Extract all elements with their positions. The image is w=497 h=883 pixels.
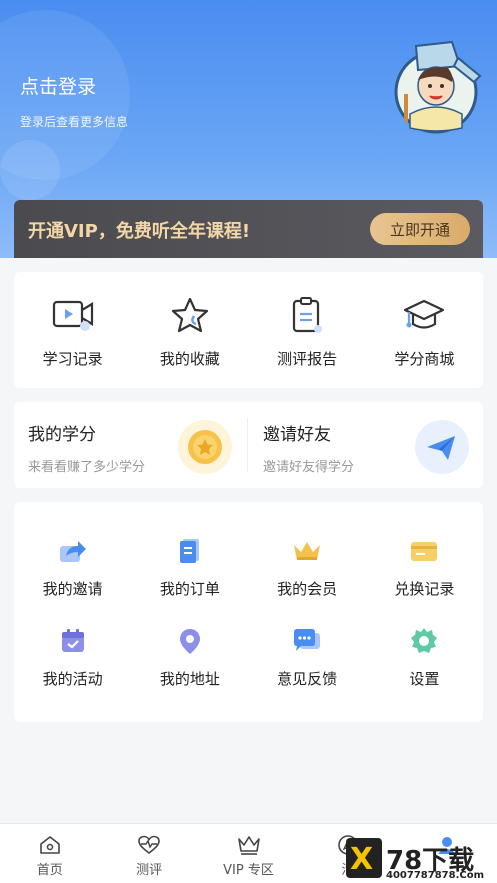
invite-friends-entry[interactable]: 邀请好友 邀请好友得学分 xyxy=(249,402,483,488)
video-record-icon xyxy=(51,295,95,335)
crown-icon xyxy=(237,834,261,856)
watermark-mark: X xyxy=(350,842,374,877)
divider xyxy=(247,418,248,472)
tab-vip-zone[interactable]: VIP 专区 xyxy=(199,824,298,883)
tab-home[interactable]: 首页 xyxy=(0,824,99,883)
service-label: 我的邀请 xyxy=(42,580,103,598)
quick-link-label: 学分商城 xyxy=(394,350,455,368)
quick-link-study-record[interactable]: 学习记录 xyxy=(14,272,131,369)
quick-link-favorites[interactable]: 我的收藏 xyxy=(131,272,248,369)
service-label: 我的会员 xyxy=(277,580,338,598)
tab-label: 测评 xyxy=(136,863,163,878)
decor-bubble xyxy=(0,140,60,200)
my-credits-entry[interactable]: 我的学分 来看看赚了多少学分 xyxy=(14,402,248,488)
paper-plane-icon xyxy=(415,420,469,474)
service-my-orders[interactable]: 我的订单 xyxy=(131,536,248,599)
credits-invite-card: 我的学分 来看看赚了多少学分 邀请好友 邀请好友得学分 xyxy=(14,402,483,488)
calendar-icon xyxy=(57,626,89,656)
service-label: 兑换记录 xyxy=(394,580,455,598)
quick-link-label: 我的收藏 xyxy=(159,350,220,368)
service-settings[interactable]: 设置 xyxy=(366,626,483,689)
service-feedback[interactable]: 意见反馈 xyxy=(249,626,366,689)
graduation-cap-icon xyxy=(402,295,446,335)
invite-title: 邀请好友 xyxy=(263,425,331,445)
services-card: 我的邀请 我的订单 我的会员 兑换记录 我的活动 我的地址 意见反馈 设置 xyxy=(14,502,483,722)
share-icon xyxy=(57,536,89,566)
service-label: 我的活动 xyxy=(42,670,103,688)
star-icon xyxy=(168,295,212,335)
quick-link-credit-mall[interactable]: 学分商城 xyxy=(366,272,483,369)
quick-link-label: 学习记录 xyxy=(42,350,103,368)
service-my-membership[interactable]: 我的会员 xyxy=(249,536,366,599)
coin-icon xyxy=(178,420,232,474)
service-label: 设置 xyxy=(409,670,440,688)
tab-label: 首页 xyxy=(36,863,63,878)
clipboard-icon xyxy=(285,295,329,335)
crown-icon xyxy=(291,536,323,566)
login-link[interactable]: 点击登录 xyxy=(20,72,96,99)
invite-subtitle: 邀请好友得学分 xyxy=(263,460,355,475)
vip-promo-banner: 开通VIP，免费听全年课程! 立即开通 xyxy=(14,200,483,258)
chat-icon xyxy=(291,626,323,656)
service-label: 我的地址 xyxy=(159,670,220,688)
vip-promo-text: 开通VIP，免费听全年课程! xyxy=(28,221,251,242)
quick-link-assessment-report[interactable]: 测评报告 xyxy=(249,272,366,369)
service-label: 我的订单 xyxy=(159,580,220,598)
quick-link-label: 测评报告 xyxy=(277,350,338,368)
tab-label: VIP 专区 xyxy=(223,863,274,878)
credits-title: 我的学分 xyxy=(28,425,96,445)
home-icon xyxy=(38,834,62,856)
location-icon xyxy=(174,626,206,656)
credits-subtitle: 来看看赚了多少学分 xyxy=(28,460,146,475)
login-hint: 登录后查看更多信息 xyxy=(20,115,129,129)
watermark-url: 4007787878.Com xyxy=(386,870,485,881)
heartbeat-icon xyxy=(137,834,161,856)
service-label: 意见反馈 xyxy=(277,670,338,688)
tab-assessment[interactable]: 测评 xyxy=(99,824,198,883)
watermark-logo: X 78下载 4007787878.Com xyxy=(340,838,497,883)
service-my-activities[interactable]: 我的活动 xyxy=(14,626,131,689)
quick-links-card: 学习记录 我的收藏 测评报告 学分商城 xyxy=(14,272,483,388)
card-icon xyxy=(408,536,440,566)
service-my-invites[interactable]: 我的邀请 xyxy=(14,536,131,599)
service-redeem-history[interactable]: 兑换记录 xyxy=(366,536,483,599)
avatar[interactable] xyxy=(388,36,484,136)
gear-icon xyxy=(408,626,440,656)
open-vip-button[interactable]: 立即开通 xyxy=(370,213,470,245)
service-my-address[interactable]: 我的地址 xyxy=(131,626,248,689)
order-icon xyxy=(174,536,206,566)
